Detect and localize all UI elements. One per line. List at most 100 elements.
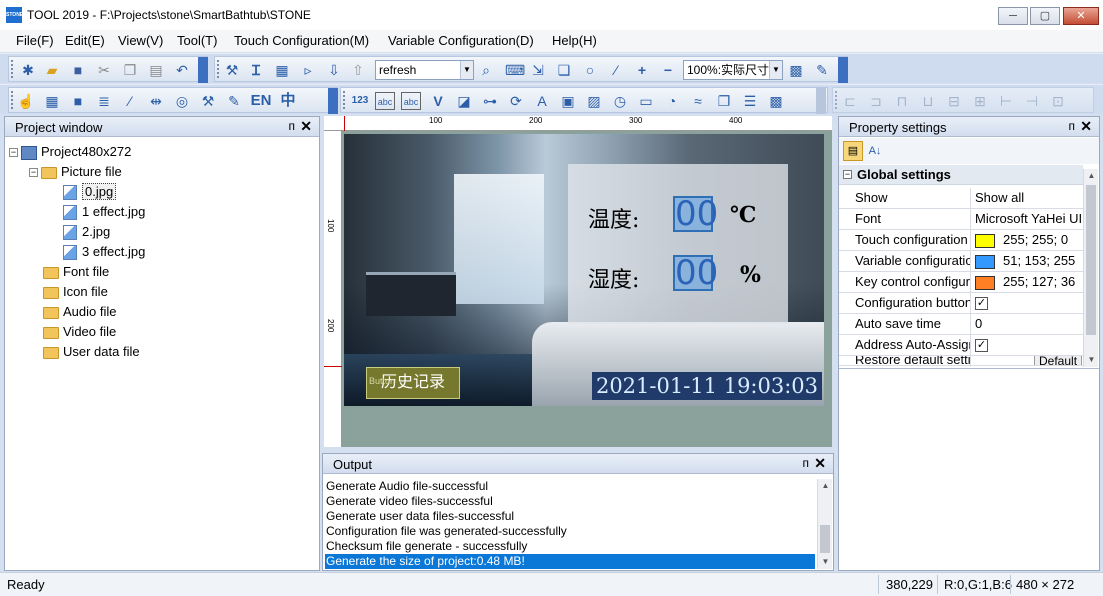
property-value[interactable]: ✓ — [972, 293, 1083, 313]
refresh-widget-icon[interactable]: ⟳ — [507, 92, 525, 110]
property-scrollbar[interactable]: ▲ ▼ — [1083, 169, 1098, 367]
tree-root[interactable]: − Project480x272 — [9, 144, 131, 162]
zoom-combo[interactable]: 100%:实际尺寸 ▼ — [683, 60, 783, 80]
screen-preview[interactable]: 温度: 00 ℃ 湿度: 00 % Button 历史记录 2021-01-11… — [344, 134, 824, 406]
property-value[interactable]: Show all — [972, 188, 1083, 208]
color-swatch[interactable] — [975, 275, 995, 290]
toolbar-overflow[interactable] — [198, 57, 208, 83]
property-row[interactable]: Restore default settings Default — [839, 356, 1083, 366]
tree-file[interactable]: 3 effect.jpg — [63, 244, 145, 262]
chevron-down-icon[interactable]: ▼ — [769, 61, 782, 79]
property-value[interactable]: 0 — [972, 314, 1083, 334]
pointer-icon[interactable]: ☝ — [17, 92, 35, 110]
tree-file[interactable]: 1 effect.jpg — [63, 204, 145, 222]
paste-icon[interactable]: ▤ — [147, 61, 165, 79]
color-swatch[interactable] — [975, 254, 995, 269]
scroll-up-icon[interactable]: ▲ — [818, 479, 833, 493]
menu-file[interactable]: File(F) — [16, 33, 54, 48]
property-value[interactable]: ✓ — [972, 335, 1083, 355]
menu-touch-configuration[interactable]: Touch Configuration(M) — [234, 33, 369, 48]
close-button[interactable]: ✕ — [1063, 7, 1099, 25]
pin-icon[interactable]: ᴨ — [289, 119, 296, 133]
property-value[interactable]: Default — [972, 356, 1083, 365]
property-row[interactable]: Address Auto-Assign ✓ — [839, 335, 1083, 356]
digit-widget-icon[interactable]: 123 — [349, 92, 371, 110]
menu-edit[interactable]: Edit(E) — [65, 33, 105, 48]
zoom-icon[interactable]: ○ — [581, 61, 599, 79]
center-horizontal-icon[interactable]: ⊟ — [945, 92, 963, 110]
property-row[interactable]: Show Show all — [839, 188, 1083, 209]
menu-variable-configuration[interactable]: Variable Configuration(D) — [388, 33, 534, 48]
gauge-widget-icon[interactable]: ◔ — [663, 92, 681, 110]
clock-widget-icon[interactable]: ◷ — [611, 92, 629, 110]
global-settings-section[interactable]: − Global settings — [839, 165, 1083, 185]
minus-icon[interactable]: − — [659, 61, 677, 79]
text-box-widget-icon[interactable]: abc — [401, 92, 421, 110]
temperature-value[interactable]: 00 — [673, 196, 718, 232]
maximize-button[interactable]: ▢ — [1030, 7, 1060, 25]
eyedropper-icon[interactable]: ⁄ — [607, 61, 625, 79]
counter-widget-icon[interactable]: ▣ — [559, 92, 577, 110]
tree-file[interactable]: 0.jpg — [63, 183, 117, 202]
circle-icon[interactable]: ◎ — [173, 92, 191, 110]
property-row[interactable]: Configuration button ✓ — [839, 293, 1083, 314]
tools-icon[interactable]: ⚒ — [223, 61, 241, 79]
center-vertical-icon[interactable]: ⊞ — [971, 92, 989, 110]
collapse-icon[interactable]: − — [29, 168, 38, 178]
language-zh-button[interactable]: 中 — [279, 92, 297, 110]
scrollbar-thumb[interactable] — [1086, 185, 1096, 335]
tree-folder[interactable]: Video file — [43, 324, 116, 342]
align-bottom-icon[interactable]: ⊔ — [919, 92, 937, 110]
close-icon[interactable]: ✕ — [814, 455, 826, 472]
paint-icon[interactable]: ✎ — [813, 61, 831, 79]
humidity-value[interactable]: 00 — [673, 255, 718, 291]
menu-help[interactable]: Help(H) — [552, 33, 597, 48]
save-icon[interactable]: ■ — [69, 61, 87, 79]
slider-widget-icon[interactable]: ⊶ — [481, 92, 499, 110]
property-value[interactable]: 51; 153; 255 — [972, 251, 1083, 271]
distribute-vertical-icon[interactable]: ⊣ — [1023, 92, 1041, 110]
collapse-icon[interactable]: − — [843, 170, 852, 179]
property-value[interactable]: 255; 255; 0 — [972, 230, 1083, 250]
copy-icon[interactable]: ❐ — [121, 61, 139, 79]
toolbar-overflow[interactable] — [816, 88, 826, 114]
open-icon[interactable]: ▰ — [43, 61, 61, 79]
download-icon[interactable]: ⇩ — [325, 61, 343, 79]
chevron-down-icon[interactable]: ▼ — [460, 61, 473, 79]
scroll-up-icon[interactable]: ▲ — [1084, 169, 1099, 183]
formula-icon[interactable]: ⁄ — [121, 92, 139, 110]
align-top-icon[interactable]: ⊓ — [893, 92, 911, 110]
property-value[interactable]: 255; 127; 36 — [972, 272, 1083, 292]
color-swatch[interactable] — [975, 233, 995, 248]
toolbar-grip[interactable] — [11, 91, 14, 109]
copy-widget-icon[interactable]: ❐ — [715, 92, 733, 110]
qr-code-icon[interactable]: ▩ — [767, 92, 785, 110]
cut-icon[interactable]: ✂ — [95, 61, 113, 79]
grid-icon[interactable]: ▦ — [43, 92, 61, 110]
property-value[interactable]: Microsoft YaHei UI — [972, 209, 1083, 229]
battery-widget-icon[interactable]: ▭ — [637, 92, 655, 110]
list-indent-icon[interactable]: ≣ — [95, 92, 113, 110]
collapse-icon[interactable]: − — [9, 148, 18, 158]
upload-icon[interactable]: ⇧ — [349, 61, 367, 79]
menu-tool[interactable]: Tool(T) — [177, 33, 217, 48]
minimize-button[interactable]: ─ — [998, 7, 1028, 25]
property-row[interactable]: Font Microsoft YaHei UI — [839, 209, 1083, 230]
square-icon[interactable]: ■ — [69, 92, 87, 110]
menu-view[interactable]: View(V) — [118, 33, 163, 48]
same-size-icon[interactable]: ⊡ — [1049, 92, 1067, 110]
wrench-icon[interactable]: ⚒ — [199, 92, 217, 110]
edit-icon[interactable]: ✎ — [225, 92, 243, 110]
check-widget-icon[interactable]: V — [429, 92, 447, 110]
tree-folder[interactable]: User data file — [43, 344, 140, 362]
scrollbar-thumb[interactable] — [820, 525, 830, 553]
calendar-icon[interactable]: ▦ — [273, 61, 291, 79]
pin-icon[interactable]: ᴨ — [1069, 119, 1076, 133]
property-row[interactable]: Auto save time 0 — [839, 314, 1083, 335]
toolbar-overflow[interactable] — [838, 57, 848, 83]
find-icon[interactable]: ⌕ — [477, 61, 495, 79]
refresh-combo[interactable]: refresh ▼ — [375, 60, 474, 80]
tree-folder-picture[interactable]: − Picture file — [29, 164, 122, 182]
window-icon[interactable]: ❏ — [555, 61, 573, 79]
toolbar-grip[interactable] — [11, 60, 14, 78]
